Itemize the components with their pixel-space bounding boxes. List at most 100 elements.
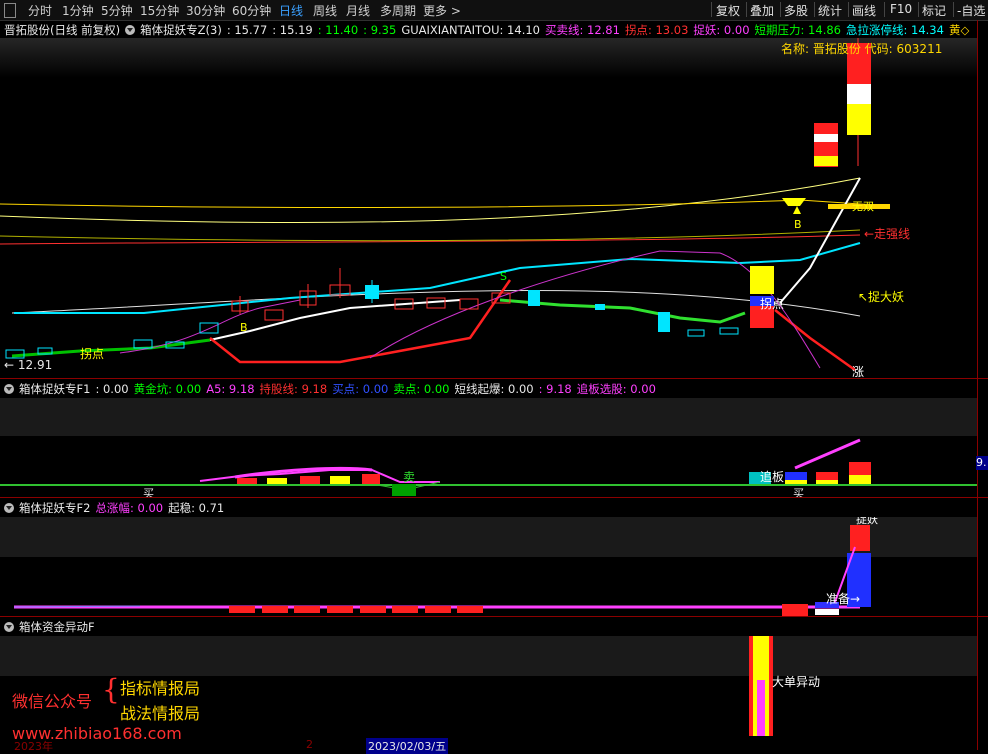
main-value-0: : 15.77 [226,23,268,37]
stats-button[interactable]: 统计 [818,2,842,19]
curve-yellow [0,199,891,208]
fuquan-button[interactable]: 复权 [716,2,740,19]
f2-menu-icon[interactable] [4,503,14,513]
period-weekly[interactable]: 周线 [313,2,337,19]
period-multi[interactable]: 多周期 [380,2,416,19]
zhuoyao-label: ↖捉大妖 [858,289,904,304]
mark-button[interactable]: 标记 [922,2,946,19]
f1-value-3: 持股线: 9.18 [259,382,328,396]
f1-menu-icon[interactable] [4,384,14,394]
main-value-10: 黄◇ [948,23,970,37]
f10-button[interactable]: F10 [890,2,912,16]
curve-light-yellow [0,177,861,224]
f3-title[interactable]: 箱体资金异动F [19,620,95,634]
f2-value-1: 起稳: 0.71 [168,501,225,515]
f1-value-7: : 9.18 [538,382,572,396]
indicator-menu-icon[interactable] [125,25,136,35]
candle [719,327,739,335]
f1-value-4: 买点: 0.00 [332,382,389,396]
main-value-3: : 9.35 [363,23,397,37]
candle [459,298,479,310]
draw-line-button[interactable]: 画线 [852,2,876,19]
time-axis-year: 2023年 [14,740,53,753]
right-axis-border [977,20,978,750]
candle [365,280,379,303]
period-60min[interactable]: 60分钟 [232,2,271,19]
f2-indicator-chart[interactable]: 捉妖 准备→ [0,517,977,617]
candles [5,38,890,359]
main-price-chart[interactable]: ← 12.91 拐点 B S 拐点 B ←走强线 ↖捉大妖 涨 无双 名称: 晋… [0,38,977,378]
f2-zhuoyao-label: 捉妖 [856,517,878,526]
main-value-7: 捉妖: 0.00 [693,23,750,37]
f1-value-1: 黄金坑: 0.00 [133,382,202,396]
panel-divider [0,497,988,498]
main-value-8: 短期压力: 14.86 [754,23,841,37]
f1-indicator-chart[interactable]: 买 卖 追板 买 [0,398,977,498]
period-monthly[interactable]: 月线 [346,2,370,19]
panel-divider [0,378,988,379]
candle [231,296,249,314]
panel-divider [0,616,988,617]
b-right-label: B [794,218,802,231]
period-5min[interactable]: 5分钟 [101,2,133,19]
wushuang-label: 无双 [852,200,874,213]
f1-title[interactable]: 箱体捉妖专F1 [19,382,90,396]
f3-dadan-label: 大单异动 [772,675,820,689]
f1-sell-label: 卖 [403,470,415,484]
time-axis-mid: 2 [306,738,313,751]
period-fenshi[interactable]: 分时 [28,2,52,19]
candle [264,309,284,321]
f3-menu-icon[interactable] [4,622,14,632]
f1-legend: 箱体捉妖专F1 : 0.00 黄金坑: 0.00 A5: 9.18 持股线: 9.18 买… [4,381,666,397]
curve-magenta-left [119,299,301,354]
f1-value-8: 追板选股: 0.00 [576,382,656,396]
guaidian-left-label: 拐点 [80,346,104,361]
stock-title: 晋拓股份(日线 前复权) [4,23,121,37]
multi-stock-button[interactable]: 多股 [784,2,808,19]
f1-legend-values: : 0.00 黄金坑: 0.00 A5: 9.18 持股线: 9.18 买点: 0.00… [95,382,660,396]
f1-axis-value: 9. [976,456,988,470]
period-daily[interactable]: 日线 [279,2,303,19]
curve-olive [0,229,861,242]
guaidian-right-label: 拐点 [760,296,784,311]
watermark-line2: 战法情报局 [120,704,201,723]
curve-red [0,234,861,245]
chevron-right-icon: > [450,4,461,18]
s-label: S [500,270,507,283]
f1-value-6: 短线起爆: 0.00 [454,382,534,396]
candle [658,312,670,332]
period-30min[interactable]: 30分钟 [186,2,225,19]
f2-title[interactable]: 箱体捉妖专F2 [19,501,90,515]
main-value-9: 急拉涨停线: 14.34 [845,23,944,37]
panel-toggle-icon[interactable] [4,3,16,18]
f1-value-2: A5: 9.18 [206,382,255,396]
watchlist-button[interactable]: -自选 [957,2,985,19]
b-left-label: B [240,321,248,334]
zouqiang-label: ←走强线 [864,227,910,241]
f3-legend: 箱体资金异动F [4,619,100,635]
f1-zhuiban-label: 追板 [760,469,784,484]
period-more[interactable]: 更多 > [423,2,461,19]
main-value-6: 拐点: 13.03 [624,23,689,37]
main-value-5: 买卖线: 12.81 [544,23,620,37]
line-red-right [774,309,856,372]
main-value-2: : 11.40 [317,23,359,37]
indicator-name[interactable]: 箱体捉妖专Z(3) [140,23,222,37]
period-15min[interactable]: 15分钟 [140,2,179,19]
watermark-wechat: 微信公众号 [12,692,93,711]
main-value-1: : 15.19 [272,23,313,37]
main-legend: 晋拓股份(日线 前复权) 箱体捉妖专Z(3) : 15.77 : 15.19 : 11.… [4,22,979,38]
time-axis-date: 2023/02/03/五 [366,738,449,754]
f2-legend-values: 总涨幅: 0.00 起稳: 0.71 [95,501,229,515]
brace-icon: { [102,673,120,706]
time-axis [0,739,977,750]
f2-value-0: 总涨幅: 0.00 [95,501,164,515]
candle [528,290,540,306]
period-1min[interactable]: 1分钟 [62,2,94,19]
watermark-line1: 指标情报局 [120,679,201,698]
period-toolbar: 分时 1分钟 5分钟 15分钟 30分钟 60分钟 日线 周线 月线 多周期 更… [0,0,988,21]
candle [687,329,705,337]
f1-value-0: : 0.00 [95,382,129,396]
f2-zhunbei-label: 准备→ [826,592,860,606]
overlay-button[interactable]: 叠加 [750,2,774,19]
